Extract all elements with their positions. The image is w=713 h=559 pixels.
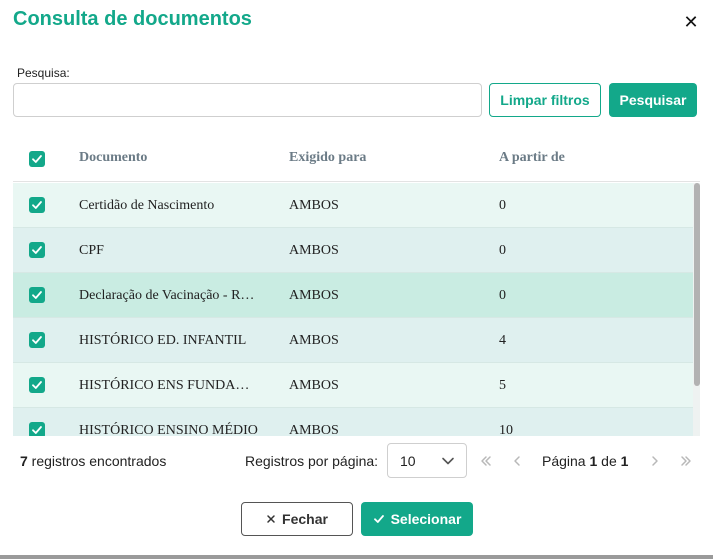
document-query-dialog: Consulta de documentos ✕ Pesquisa: Limpa… <box>0 0 713 555</box>
first-page-icon <box>481 456 491 466</box>
cell-exigido-para: AMBOS <box>289 423 339 436</box>
check-icon <box>32 155 42 163</box>
check-icon <box>32 426 42 434</box>
cell-a-partir-de: 0 <box>499 198 506 213</box>
table-row[interactable]: Certidão de Nascimento AMBOS 0 <box>13 183 700 228</box>
close-button[interactable]: Fechar <box>241 502 353 536</box>
prev-page-icon <box>514 456 520 466</box>
page-indicator: Página 1 de 1 <box>542 453 628 469</box>
records-count-label: registros encontrados <box>27 453 167 469</box>
cell-documento: HISTÓRICO ED. INFANTIL <box>79 333 247 348</box>
cell-a-partir-de: 10 <box>499 423 513 436</box>
row-checkbox[interactable] <box>29 422 45 436</box>
next-page-button[interactable] <box>646 452 664 470</box>
search-label: Pesquisa: <box>17 66 70 80</box>
row-checkbox[interactable] <box>29 197 45 213</box>
first-page-button[interactable] <box>477 452 495 470</box>
select-all-checkbox[interactable] <box>29 151 45 167</box>
prev-page-button[interactable] <box>508 452 526 470</box>
rows-per-page-select[interactable]: 10 <box>387 443 467 478</box>
table-row[interactable]: HISTÓRICO ENS FUNDA… AMBOS 5 <box>13 363 700 408</box>
cell-exigido-para: AMBOS <box>289 288 339 303</box>
column-header-documento[interactable]: Documento <box>79 150 147 166</box>
scrollbar-thumb[interactable] <box>694 183 700 386</box>
select-button[interactable]: Selecionar <box>361 502 473 536</box>
cell-documento: HISTÓRICO ENS FUNDA… <box>79 378 250 393</box>
page-of: de <box>597 453 621 469</box>
page-bottom-edge <box>0 555 713 559</box>
close-icon[interactable]: ✕ <box>681 12 701 32</box>
cell-exigido-para: AMBOS <box>289 198 339 213</box>
rows-per-page-value: 10 <box>400 453 416 469</box>
dialog-title: Consulta de documentos <box>13 8 252 30</box>
check-icon <box>32 291 42 299</box>
last-page-button[interactable] <box>677 452 695 470</box>
check-icon <box>373 515 384 523</box>
cell-a-partir-de: 5 <box>499 378 506 393</box>
next-page-icon <box>652 456 658 466</box>
row-checkbox[interactable] <box>29 377 45 393</box>
page-total: 1 <box>620 453 629 469</box>
check-icon <box>32 381 42 389</box>
column-header-exigido-para[interactable]: Exigido para <box>289 150 366 166</box>
cell-exigido-para: AMBOS <box>289 378 339 393</box>
cell-exigido-para: AMBOS <box>289 243 339 258</box>
table-row[interactable]: CPF AMBOS 0 <box>13 228 700 273</box>
page-prefix: Página <box>542 453 590 469</box>
close-icon <box>267 515 275 523</box>
column-header-a-partir-de[interactable]: A partir de <box>499 150 565 166</box>
cell-a-partir-de: 4 <box>499 333 506 348</box>
cell-a-partir-de: 0 <box>499 243 506 258</box>
cell-a-partir-de: 0 <box>499 288 506 303</box>
table-row[interactable]: Declaração de Vacinação - R… AMBOS 0 <box>13 273 700 318</box>
records-count: 7 registros encontrados <box>20 453 166 469</box>
records-count-number: 7 <box>20 453 28 469</box>
clear-filters-button[interactable]: Limpar filtros <box>489 83 601 117</box>
last-page-icon <box>681 456 691 466</box>
row-checkbox[interactable] <box>29 287 45 303</box>
cell-documento: CPF <box>79 243 104 258</box>
table-body: Certidão de Nascimento AMBOS 0 CPF AMBOS… <box>13 183 700 436</box>
cell-documento: Declaração de Vacinação - R… <box>79 288 255 303</box>
check-icon <box>32 336 42 344</box>
table-row[interactable]: HISTÓRICO ED. INFANTIL AMBOS 4 <box>13 318 700 363</box>
row-checkbox[interactable] <box>29 242 45 258</box>
table-row[interactable]: HISTÓRICO ENSINO MÉDIO AMBOS 10 <box>13 408 700 436</box>
select-button-label: Selecionar <box>390 511 462 527</box>
search-input[interactable] <box>13 83 482 117</box>
cell-documento: Certidão de Nascimento <box>79 198 215 213</box>
table-header: Documento Exigido para A partir de <box>13 138 700 182</box>
check-icon <box>32 246 42 254</box>
row-checkbox[interactable] <box>29 332 45 348</box>
search-button[interactable]: Pesquisar <box>609 83 697 117</box>
cell-exigido-para: AMBOS <box>289 333 339 348</box>
rows-per-page-label: Registros por página: <box>245 453 379 469</box>
check-icon <box>32 201 42 209</box>
chevron-down-icon <box>442 457 454 465</box>
cell-documento: HISTÓRICO ENSINO MÉDIO <box>79 423 258 436</box>
close-button-label: Fechar <box>282 511 328 527</box>
